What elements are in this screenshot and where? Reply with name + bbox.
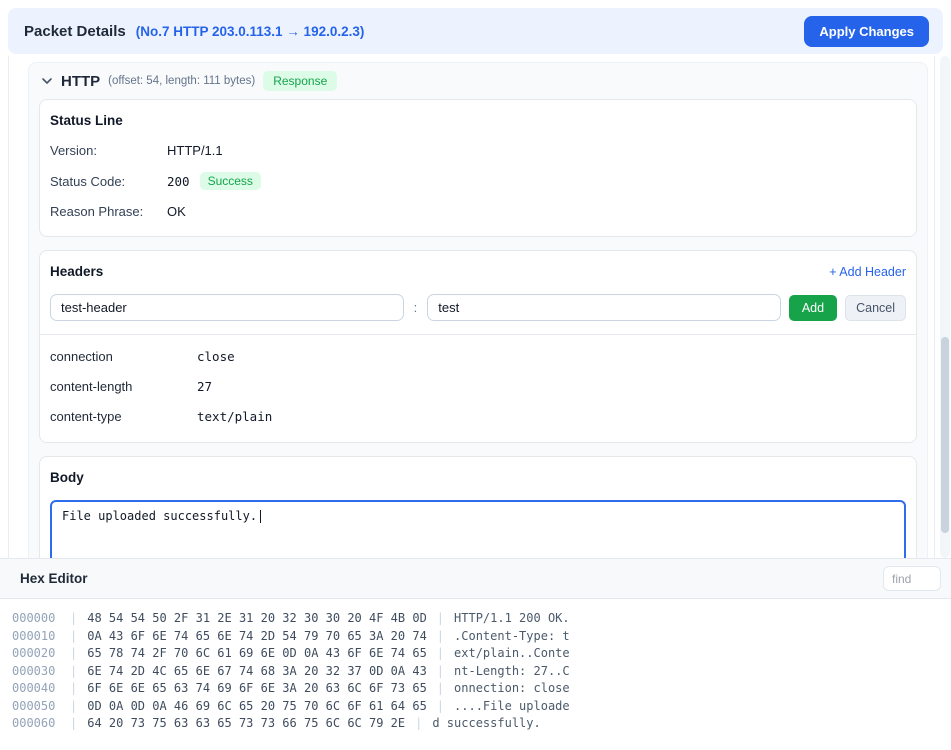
header-value: 27	[197, 379, 213, 394]
hex-separator: |	[436, 628, 445, 643]
headers-title: Headers	[50, 264, 104, 279]
hex-bytes[interactable]: 0A 43 6F 6E 74 65 6E 74 2D 54 79 70 65 3…	[87, 629, 427, 643]
packet-summary: (No.7 HTTP 203.0.113.1 → 192.0.2.3)	[135, 23, 365, 39]
hex-offset: 000010	[12, 628, 56, 643]
header-row-connection[interactable]: connection close	[50, 349, 906, 364]
hex-separator: |	[70, 716, 78, 730]
header-value-input[interactable]	[427, 294, 781, 321]
hex-editor-header: Hex Editor	[0, 559, 951, 599]
hex-row[interactable]: 000000 | 48 54 54 50 2F 31 2E 31 20 32 30 …	[12, 610, 951, 628]
body-text: File uploaded successfully.	[62, 509, 258, 523]
hex-row[interactable]: 000020 | 65 78 74 2F 70 6C 61 69 6E 0D 0A …	[12, 645, 951, 663]
hex-offset: 000030	[12, 663, 56, 678]
hex-ascii: d successfully.	[432, 716, 541, 730]
status-line-title: Status Line	[50, 113, 123, 128]
response-badge: Response	[263, 71, 338, 91]
header-name-input[interactable]	[50, 294, 404, 321]
page-title: Packet Details	[24, 22, 126, 40]
apply-changes-button[interactable]: Apply Changes	[804, 15, 929, 47]
http-section-meta: (offset: 54, length: 111 bytes)	[108, 75, 256, 87]
hex-offset: 000050	[12, 698, 56, 713]
hex-separator: |	[70, 698, 78, 713]
header-name: content-type	[50, 409, 122, 424]
hex-bytes[interactable]: 0D 0A 0D 0A 46 69 6C 65 20 75 70 6C 6F 6…	[87, 699, 427, 713]
hex-bytes[interactable]: 48 54 54 50 2F 31 2E 31 20 32 30 30 20 4…	[87, 611, 427, 625]
hex-row[interactable]: 000030 | 6E 74 2D 4C 65 6E 67 74 68 3A 20 …	[12, 663, 951, 681]
hex-separator: |	[436, 646, 445, 660]
reason-phrase-value: OK	[167, 204, 186, 219]
hex-bytes[interactable]: 64 20 73 75 63 63 65 73 73 66 75 6C 6C 7…	[87, 716, 405, 730]
hex-ascii: ....File uploade	[454, 698, 570, 713]
text-caret	[260, 510, 262, 523]
body-title: Body	[50, 470, 84, 485]
hex-separator: |	[70, 663, 78, 678]
hex-separator: |	[70, 628, 78, 643]
reason-phrase-label: Reason Phrase:	[50, 204, 144, 219]
status-code-label: Status Code:	[50, 173, 126, 189]
http-section-title: HTTP	[61, 72, 101, 90]
header-name: content-length	[50, 379, 133, 394]
header-colon-separator: :	[413, 300, 418, 315]
add-button[interactable]: Add	[788, 294, 838, 321]
status-code-row: Status Code: 200 Success	[50, 172, 906, 190]
status-line-card: Status Line Version: HTTP/1.1 Status Cod…	[39, 99, 917, 237]
topbar-title-group: Packet Details (No.7 HTTP 203.0.113.1 → …	[24, 23, 364, 40]
find-input[interactable]	[883, 566, 941, 591]
header-value: close	[197, 349, 235, 364]
hex-separator: |	[70, 646, 78, 660]
hex-separator: |	[70, 681, 78, 695]
status-code-value: 200	[167, 173, 190, 189]
hex-ascii: nt-Length: 27..C	[454, 663, 570, 678]
hex-row[interactable]: 000050 | 0D 0A 0D 0A 46 69 6C 65 20 75 70 …	[12, 698, 951, 716]
divider	[40, 334, 916, 335]
hex-row[interactable]: 000040 | 6F 6E 6E 65 63 74 69 6F 6E 3A 20 …	[12, 680, 951, 698]
hex-separator: |	[436, 663, 445, 678]
http-section: HTTP (offset: 54, length: 111 bytes) Res…	[28, 62, 928, 636]
hex-offset: 000020	[12, 646, 56, 660]
hex-ascii: .Content-Type: t	[454, 628, 570, 643]
hex-bytes[interactable]: 6F 6E 6E 65 63 74 69 6F 6E 3A 20 63 6C 6…	[87, 681, 427, 695]
hex-row[interactable]: 000060 | 64 20 73 75 63 63 65 73 73 66 75 …	[12, 715, 951, 733]
hex-bytes[interactable]: 6E 74 2D 4C 65 6E 67 74 68 3A 20 32 37 0…	[87, 664, 427, 678]
topbar: Packet Details (No.7 HTTP 203.0.113.1 → …	[8, 8, 943, 54]
new-header-row: : Add Cancel	[50, 294, 907, 321]
hex-ascii: onnection: close	[454, 681, 570, 695]
hex-editor-title: Hex Editor	[20, 571, 88, 586]
hex-separator: |	[70, 611, 78, 625]
hex-ascii: HTTP/1.1 200 OK.	[454, 611, 570, 625]
add-header-link[interactable]: + Add Header	[829, 265, 906, 279]
status-badge: Success	[199, 172, 261, 190]
header-value: text/plain	[197, 409, 273, 424]
chevron-down-icon[interactable]	[41, 75, 53, 87]
hex-offset: 000000	[12, 611, 56, 625]
hex-row[interactable]: 000010 | 0A 43 6F 6E 74 65 6E 74 2D 54 79 …	[12, 628, 951, 646]
version-value: HTTP/1.1	[167, 143, 223, 158]
header-name: connection	[50, 349, 113, 364]
version-label: Version:	[50, 143, 97, 158]
hex-ascii: ext/plain..Conte	[454, 646, 570, 660]
scrollbar[interactable]	[940, 56, 950, 558]
hex-bytes[interactable]: 65 78 74 2F 70 6C 61 69 6E 0D 0A 43 6F 6…	[87, 646, 427, 660]
headers-card: Headers + Add Header : Add Cancel connec…	[39, 250, 917, 443]
hex-offset: 000040	[12, 681, 56, 695]
hex-editor-panel: Hex Editor 000000 | 48 54 54 50 2F 31 2E 3…	[0, 558, 951, 750]
hex-separator: |	[436, 698, 445, 713]
header-row-content-type[interactable]: content-type text/plain	[50, 409, 906, 424]
header-row-content-length[interactable]: content-length 27	[50, 379, 906, 394]
cancel-button[interactable]: Cancel	[845, 294, 907, 321]
hex-separator: |	[415, 716, 423, 730]
reason-phrase-row: Reason Phrase: OK	[50, 204, 906, 219]
version-row: Version: HTTP/1.1	[50, 143, 906, 158]
headers-title-row: Headers + Add Header	[50, 264, 906, 279]
http-section-header[interactable]: HTTP (offset: 54, length: 111 bytes) Res…	[29, 63, 927, 99]
hex-dump[interactable]: 000000 | 48 54 54 50 2F 31 2E 31 20 32 30 …	[0, 599, 951, 733]
scrollbar-thumb[interactable]	[941, 337, 949, 533]
hex-separator: |	[436, 611, 445, 625]
hex-separator: |	[436, 681, 445, 695]
hex-offset: 000060	[12, 716, 56, 730]
